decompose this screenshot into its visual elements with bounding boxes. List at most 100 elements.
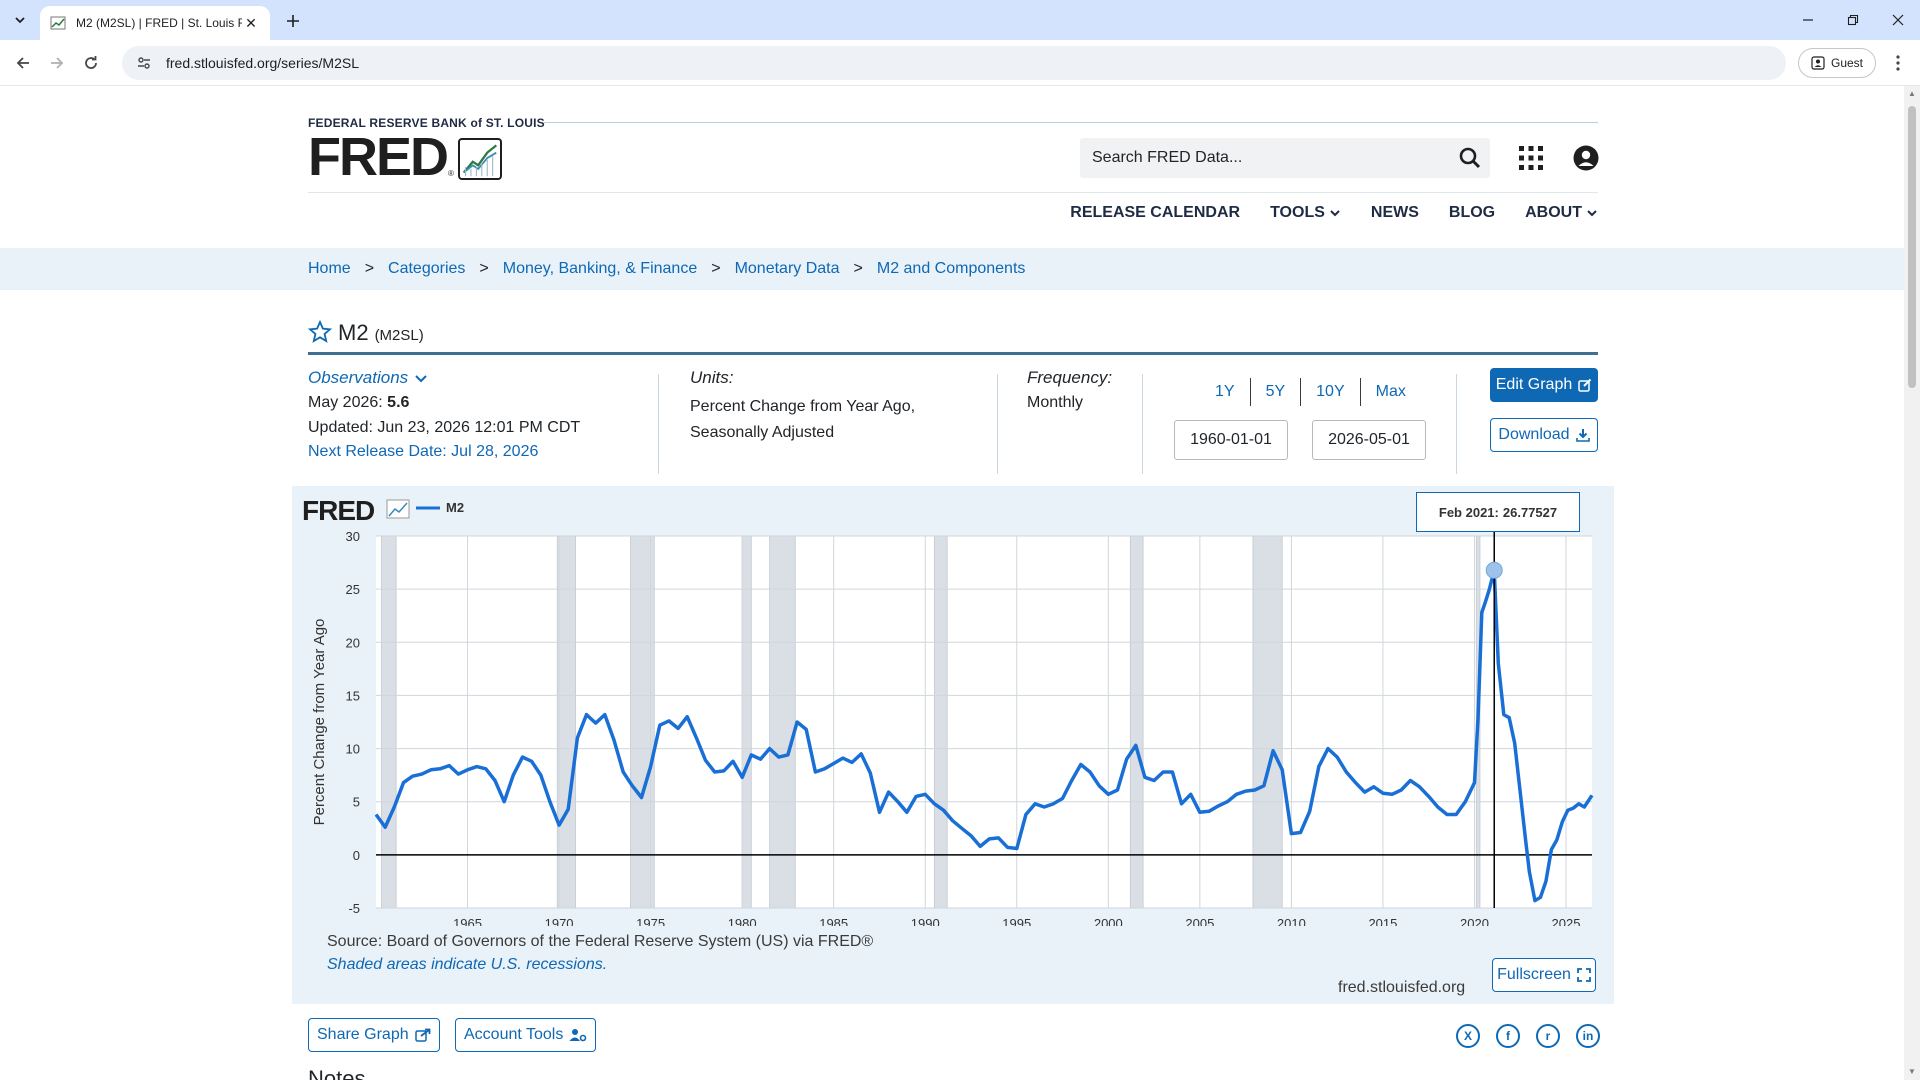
breadcrumb-money-banking[interactable]: Money, Banking, & Finance (503, 260, 697, 278)
breadcrumb-monetary-data[interactable]: Monetary Data (735, 260, 840, 278)
tab-close-icon[interactable]: ✕ (242, 14, 260, 32)
graph-site-url: fred.stlouisfed.org (1338, 979, 1466, 996)
star-icon[interactable] (308, 320, 332, 344)
browser-tab-active[interactable]: M2 (M2SL) | FRED | St. Louis Fed ✕ (40, 6, 270, 40)
series-name: M2 (338, 320, 369, 345)
range-1y[interactable]: 1Y (1200, 378, 1250, 406)
arrow-right-icon (51, 57, 64, 69)
latest-observation: May 2026: 5.6 (308, 394, 409, 412)
linkedin-social-icon[interactable]: in (1576, 1024, 1600, 1048)
nav-blog[interactable]: BLOG (1449, 204, 1495, 222)
recession-note: Shaded areas indicate U.S. recessions. (327, 956, 608, 973)
tab-search-button[interactable] (8, 8, 32, 32)
search-button[interactable] (1450, 138, 1490, 178)
nav-about[interactable]: ABOUT (1525, 204, 1598, 222)
y-axis-label: Percent Change from Year Ago (311, 619, 328, 826)
fred-search-box (1080, 138, 1490, 178)
chevron-down-icon (15, 17, 25, 24)
back-button[interactable] (10, 50, 36, 76)
search-icon (1459, 147, 1481, 169)
fullscreen-button[interactable]: Fullscreen (1492, 958, 1596, 992)
m2-chart[interactable]: -50510152025301965 1970 1975 1980 1985 1990 19… (292, 486, 1614, 926)
window-controls (1785, 0, 1920, 40)
nav-news-label: NEWS (1370, 204, 1419, 221)
user-cog-icon (569, 1029, 587, 1042)
restore-button[interactable] (1830, 0, 1875, 40)
title-divider (308, 352, 1598, 355)
end-date-input[interactable] (1312, 420, 1426, 460)
nav-tools[interactable]: TOOLS (1270, 204, 1341, 222)
minimize-button[interactable] (1785, 0, 1830, 40)
start-date-input[interactable] (1174, 420, 1288, 460)
share-icon (414, 1028, 431, 1042)
fred-search-input[interactable] (1092, 149, 1450, 167)
forward-button[interactable] (44, 50, 70, 76)
share-graph-button[interactable]: Share Graph (308, 1018, 440, 1052)
minimize-icon (1802, 19, 1813, 21)
address-bar[interactable]: fred.stlouisfed.org/series/M2SL (122, 46, 1786, 80)
latest-value: 5.6 (387, 394, 410, 411)
page-scrollbar[interactable]: ▲ ▼ (1904, 86, 1920, 1080)
account-tools-button[interactable]: Account Tools (455, 1018, 597, 1052)
x-tick-label: 1990 (911, 916, 940, 926)
legend-series-label: M2 (446, 500, 464, 515)
breadcrumb-bar: Home > Categories > Money, Banking, & Fi… (0, 248, 1904, 290)
observations-label: Observations (308, 368, 409, 387)
latest-period: May 2026: (308, 394, 383, 411)
fred-logo[interactable]: FRED ® (308, 130, 502, 184)
apps-grid-icon[interactable] (1518, 145, 1544, 171)
url-text: fred.stlouisfed.org/series/M2SL (166, 55, 359, 71)
units-value: Percent Change from Year Ago, Seasonally… (690, 398, 916, 441)
breadcrumb-categories[interactable]: Categories (388, 260, 465, 278)
facebook-social-icon[interactable]: f (1496, 1024, 1520, 1048)
nav-release-calendar[interactable]: RELEASE CALENDAR (1070, 204, 1240, 222)
edit-graph-button[interactable]: Edit Graph (1490, 368, 1598, 402)
meta-divider (1456, 374, 1457, 474)
breadcrumb-home[interactable]: Home (308, 260, 351, 278)
range-5y[interactable]: 5Y (1249, 378, 1301, 406)
reddit-social-icon[interactable]: r (1536, 1024, 1560, 1048)
plus-icon (287, 15, 299, 27)
units-label: Units: (690, 368, 734, 387)
edit-icon (1578, 378, 1592, 392)
account-icon[interactable] (1573, 145, 1599, 171)
recession-band (933, 535, 948, 909)
reload-button[interactable] (78, 50, 104, 76)
series-title: M2 (M2SL) (308, 316, 424, 346)
reload-icon (85, 56, 97, 69)
nav-news[interactable]: NEWS (1371, 204, 1419, 222)
y-tick-label: 15 (346, 688, 360, 703)
y-tick-label: 25 (346, 582, 360, 597)
y-tick-label: 0 (353, 848, 360, 863)
x-social-icon[interactable]: X (1456, 1024, 1480, 1048)
range-10y[interactable]: 10Y (1300, 378, 1359, 406)
download-button[interactable]: Download (1490, 418, 1598, 452)
account-tools-label: Account Tools (464, 1026, 564, 1043)
nav-tools-label: TOOLS (1270, 204, 1325, 221)
y-tick-label: 30 (346, 529, 360, 544)
scroll-down-icon[interactable]: ▼ (1908, 1068, 1916, 1076)
more-vertical-icon (1896, 55, 1900, 71)
scroll-thumb[interactable] (1908, 106, 1916, 388)
series-id: (M2SL) (374, 327, 424, 344)
header-divider (544, 122, 1598, 123)
chart-tooltip: Feb 2021: 26.77527 (1416, 492, 1580, 532)
scroll-up-icon[interactable]: ▲ (1908, 90, 1916, 98)
new-tab-button[interactable] (280, 8, 306, 34)
range-max[interactable]: Max (1359, 378, 1421, 406)
browser-menu-button[interactable] (1886, 50, 1910, 76)
notes-heading: Notes (308, 1066, 366, 1080)
range-buttons: 1Y 5Y 10Y Max (1200, 378, 1421, 406)
recession-band (556, 535, 576, 909)
y-tick-label: -5 (348, 901, 360, 916)
x-tick-label: 1975 (636, 916, 665, 926)
site-info-icon[interactable] (136, 55, 152, 71)
breadcrumb-m2-components[interactable]: M2 and Components (877, 260, 1026, 278)
download-icon (1575, 429, 1590, 442)
profile-button[interactable]: Guest (1798, 48, 1876, 78)
close-window-button[interactable] (1875, 0, 1920, 40)
breadcrumb-separator: > (479, 260, 489, 277)
next-release-link[interactable]: Next Release Date: Jul 28, 2026 (308, 443, 538, 461)
graph-source: Source: Board of Governors of the Federa… (327, 933, 874, 950)
observations-dropdown[interactable]: Observations (308, 368, 428, 388)
